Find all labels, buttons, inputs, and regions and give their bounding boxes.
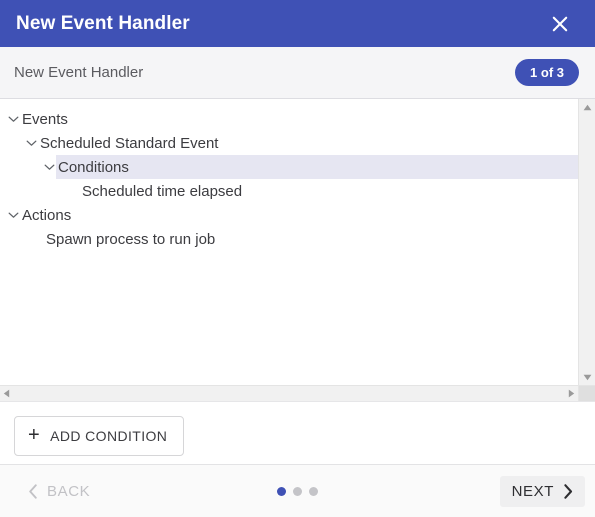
tree-item[interactable]: Events xyxy=(0,107,578,131)
close-icon[interactable] xyxy=(545,9,575,39)
dialog-subheader: New Event Handler 1 of 3 xyxy=(0,47,595,99)
caret-right-icon[interactable] xyxy=(568,389,575,398)
tree-item[interactable]: Spawn process to run job xyxy=(0,227,578,251)
step-dot-active xyxy=(277,486,286,496)
chevron-down-icon[interactable] xyxy=(4,115,22,123)
action-area: + ADD CONDITION xyxy=(0,402,595,464)
chevron-down-icon[interactable] xyxy=(4,211,22,219)
add-condition-button[interactable]: + ADD CONDITION xyxy=(14,416,185,456)
back-label: BACK xyxy=(47,482,91,500)
dialog-title: New Event Handler xyxy=(16,13,190,34)
tree-item-label: Actions xyxy=(22,206,72,224)
tree-panel: Events Scheduled Standard Event Conditions… xyxy=(0,99,595,402)
next-label: NEXT xyxy=(511,482,554,500)
chevron-left-icon xyxy=(28,483,38,499)
back-button[interactable]: BACK xyxy=(18,476,100,507)
chevron-down-icon[interactable] xyxy=(40,163,58,171)
step-dot xyxy=(293,486,302,496)
horizontal-scrollbar-row xyxy=(0,385,595,401)
step-dot xyxy=(309,486,318,496)
dialog-footer: BACK NEXT xyxy=(0,464,595,517)
chevron-down-icon[interactable] xyxy=(22,139,40,147)
tree-item[interactable]: Conditions xyxy=(0,155,578,179)
tree-item[interactable]: Actions xyxy=(0,203,578,227)
next-button[interactable]: NEXT xyxy=(499,475,585,507)
tree-item-label: Scheduled time elapsed xyxy=(82,182,243,200)
dialog-titlebar: New Event Handler xyxy=(0,0,595,47)
tree-item[interactable]: Scheduled Standard Event xyxy=(0,131,578,155)
horizontal-scrollbar[interactable] xyxy=(0,385,578,401)
caret-left-icon[interactable] xyxy=(3,389,10,398)
vertical-scrollbar[interactable] xyxy=(578,99,595,385)
chevron-right-icon xyxy=(563,483,573,499)
tree-item-label: Conditions xyxy=(58,158,129,176)
caret-up-icon[interactable] xyxy=(579,99,595,115)
plus-icon: + xyxy=(28,424,41,446)
step-badge: 1 of 3 xyxy=(515,59,579,86)
subheader-title: New Event Handler xyxy=(14,64,144,81)
event-handler-tree: Events Scheduled Standard Event Conditions… xyxy=(0,99,578,385)
tree-item-label: Scheduled Standard Event xyxy=(40,134,219,152)
tree-item[interactable]: Scheduled time elapsed xyxy=(0,179,578,203)
tree-item-label: Events xyxy=(22,110,68,128)
scrollbar-corner xyxy=(578,385,595,401)
tree-body: Events Scheduled Standard Event Conditions… xyxy=(0,99,595,385)
caret-down-icon[interactable] xyxy=(579,369,595,385)
new-event-handler-dialog: New Event Handler New Event Handler 1 of… xyxy=(0,0,595,517)
tree-item-label: Spawn process to run job xyxy=(46,230,216,248)
add-condition-label: ADD CONDITION xyxy=(50,428,168,444)
